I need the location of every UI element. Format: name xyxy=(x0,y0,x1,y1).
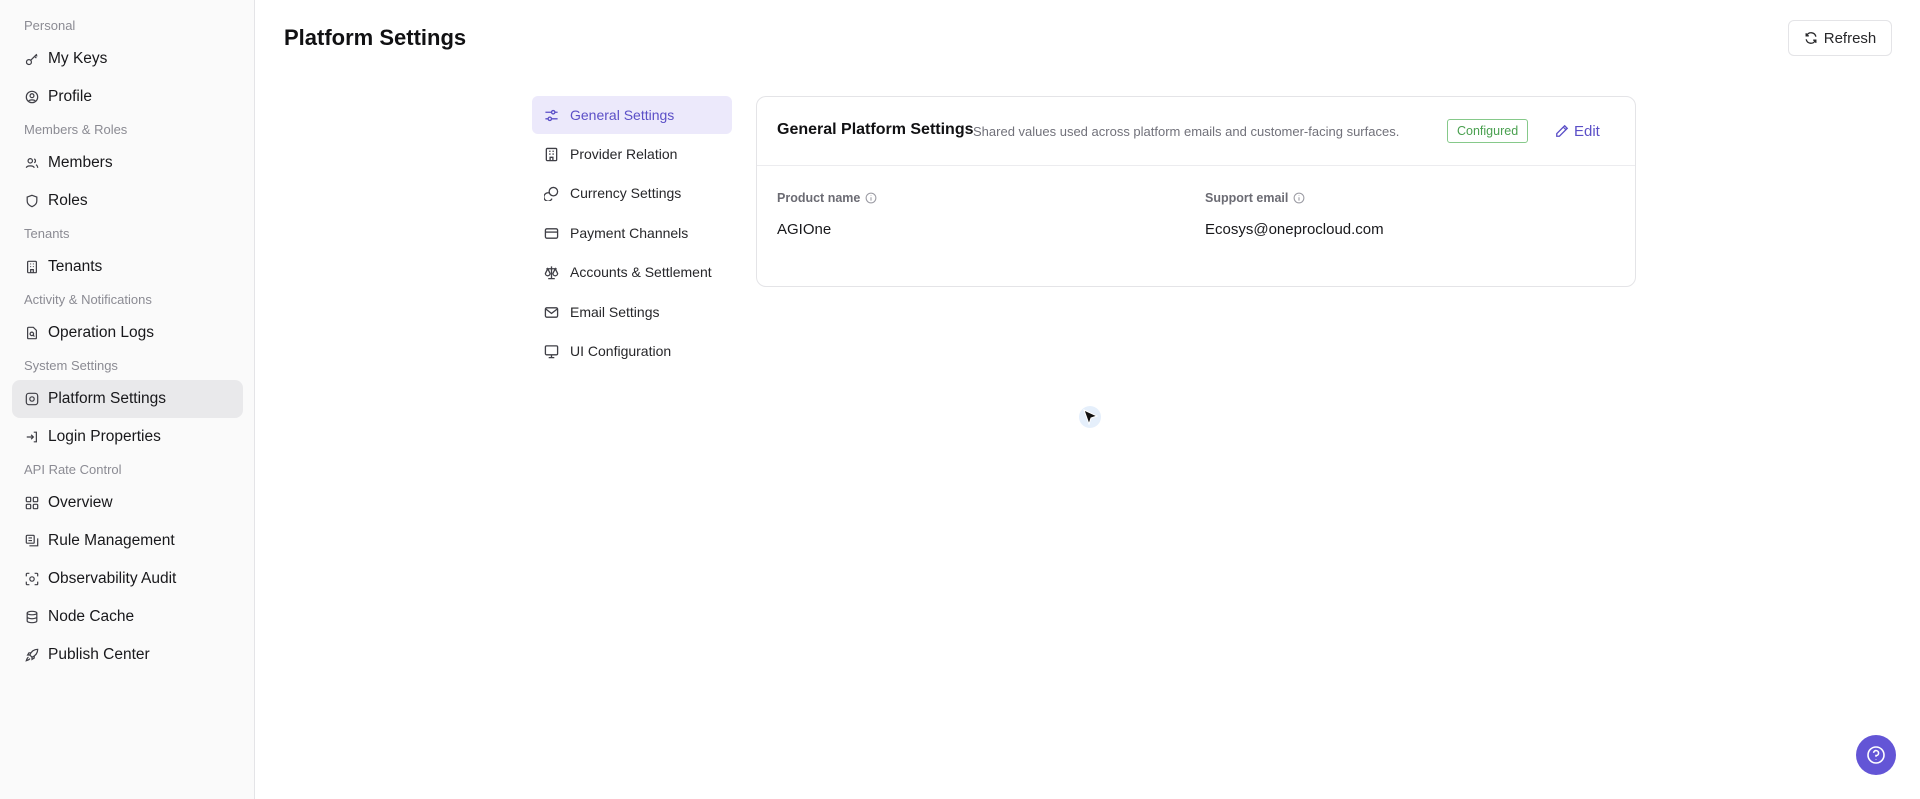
monitor-icon xyxy=(544,344,559,359)
sidebar-item-label: Node Cache xyxy=(48,608,135,625)
app-root: Personal My Keys Profile Members & Roles… xyxy=(0,0,1920,799)
credit-card-icon xyxy=(544,226,559,241)
support-email-value: Ecosys@oneprocloud.com xyxy=(1205,221,1384,238)
user-circle-icon xyxy=(25,90,39,104)
sidebar-item-login-properties[interactable]: Login Properties xyxy=(12,418,243,456)
sidebar-item-observability-audit[interactable]: Observability Audit xyxy=(12,560,243,598)
sidebar-item-label: Operation Logs xyxy=(48,324,154,341)
support-email-label: Support email xyxy=(1205,191,1305,205)
sidebar-item-publish-center[interactable]: Publish Center xyxy=(12,636,243,674)
scan-icon xyxy=(25,572,39,586)
subnav-label: General Settings xyxy=(570,107,675,123)
product-name-label: Product name xyxy=(777,191,877,205)
sidebar-item-label: Profile xyxy=(48,88,92,105)
sidebar-item-label: Members xyxy=(48,154,113,171)
scale-icon xyxy=(544,265,559,280)
card-subtitle: Shared values used across platform email… xyxy=(973,124,1400,139)
edit-button[interactable]: Edit xyxy=(1555,119,1600,143)
database-icon xyxy=(25,610,39,624)
subnav-ui-configuration[interactable]: UI Configuration xyxy=(532,332,732,370)
sidebar-item-profile[interactable]: Profile xyxy=(12,78,243,116)
grid-icon xyxy=(25,496,39,510)
sidebar-item-roles[interactable]: Roles xyxy=(12,182,243,220)
subnav-accounts-settlement[interactable]: Accounts & Settlement xyxy=(532,253,732,291)
help-icon xyxy=(1867,746,1885,764)
sidebar-item-label: Publish Center xyxy=(48,646,150,663)
pencil-icon xyxy=(1556,124,1569,137)
sidebar-item-overview[interactable]: Overview xyxy=(12,484,243,522)
product-name-value: AGIOne xyxy=(777,221,832,238)
subnav-label: Provider Relation xyxy=(570,146,678,162)
sidebar-item-operation-logs[interactable]: Operation Logs xyxy=(12,314,243,352)
sidebar-group-personal: Personal xyxy=(24,18,76,33)
settings-frame-icon xyxy=(25,392,39,406)
users-icon xyxy=(25,156,39,170)
subnav-label: Payment Channels xyxy=(570,225,689,241)
building-icon xyxy=(544,147,559,162)
refresh-icon xyxy=(1805,32,1817,44)
rocket-icon xyxy=(25,648,39,662)
card-header: General Platform Settings Shared values … xyxy=(757,97,1635,166)
file-search-icon xyxy=(25,326,39,340)
sidebar-group-system-settings: System Settings xyxy=(24,358,118,373)
sidebar-item-label: Tenants xyxy=(48,258,103,275)
sidebar-item-node-cache[interactable]: Node Cache xyxy=(12,598,243,636)
sidebar-group-activity: Activity & Notifications xyxy=(24,292,152,307)
sidebar-item-tenants[interactable]: Tenants xyxy=(12,248,243,286)
key-icon xyxy=(25,52,39,66)
shield-icon xyxy=(25,194,39,208)
subnav-label: Currency Settings xyxy=(570,185,682,201)
login-icon xyxy=(25,430,39,444)
sidebar-group-api-rate-control: API Rate Control xyxy=(24,462,122,477)
subnav-payment-channels[interactable]: Payment Channels xyxy=(532,214,732,252)
general-settings-card: General Platform Settings Shared values … xyxy=(756,96,1636,287)
card-title: General Platform Settings xyxy=(777,121,974,138)
building-icon xyxy=(25,260,39,274)
subnav-label: Accounts & Settlement xyxy=(570,264,712,280)
coins-icon xyxy=(544,186,559,201)
mail-icon xyxy=(544,305,559,320)
status-badge: Configured xyxy=(1447,119,1529,143)
sidebar-group-members-roles: Members & Roles xyxy=(24,122,128,137)
info-icon[interactable] xyxy=(1293,192,1305,204)
subnav-currency-settings[interactable]: Currency Settings xyxy=(532,174,732,212)
sidebar: Personal My Keys Profile Members & Roles… xyxy=(0,0,255,799)
sidebar-item-label: Platform Settings xyxy=(48,390,167,407)
subnav-label: UI Configuration xyxy=(570,343,672,359)
mouse-cursor-icon xyxy=(1079,406,1101,428)
info-icon[interactable] xyxy=(865,192,877,204)
sidebar-item-label: My Keys xyxy=(48,50,108,67)
sidebar-item-my-keys[interactable]: My Keys xyxy=(12,40,243,78)
edit-label: Edit xyxy=(1574,122,1600,140)
sidebar-item-members[interactable]: Members xyxy=(12,144,243,182)
field-label-text: Product name xyxy=(777,191,861,205)
sidebar-item-label: Login Properties xyxy=(48,428,161,445)
sidebar-item-platform-settings[interactable]: Platform Settings xyxy=(12,380,243,418)
subnav-email-settings[interactable]: Email Settings xyxy=(532,293,732,331)
sliders-icon xyxy=(544,108,559,123)
rules-icon xyxy=(25,534,39,548)
page-title: Platform Settings xyxy=(284,25,467,50)
refresh-label: Refresh xyxy=(1823,29,1877,47)
field-label-text: Support email xyxy=(1205,191,1289,205)
subnav-provider-relation[interactable]: Provider Relation xyxy=(532,135,732,173)
help-button[interactable] xyxy=(1856,735,1896,775)
sidebar-item-label: Roles xyxy=(48,192,88,209)
subnav-general-settings[interactable]: General Settings xyxy=(532,96,732,134)
sidebar-item-label: Observability Audit xyxy=(48,570,177,587)
sidebar-item-label: Rule Management xyxy=(48,532,175,549)
sidebar-item-label: Overview xyxy=(48,494,113,511)
sidebar-group-tenants: Tenants xyxy=(24,226,70,241)
sidebar-item-rule-management[interactable]: Rule Management xyxy=(12,522,243,560)
subnav-label: Email Settings xyxy=(570,304,660,320)
refresh-button[interactable]: Refresh xyxy=(1788,20,1892,56)
